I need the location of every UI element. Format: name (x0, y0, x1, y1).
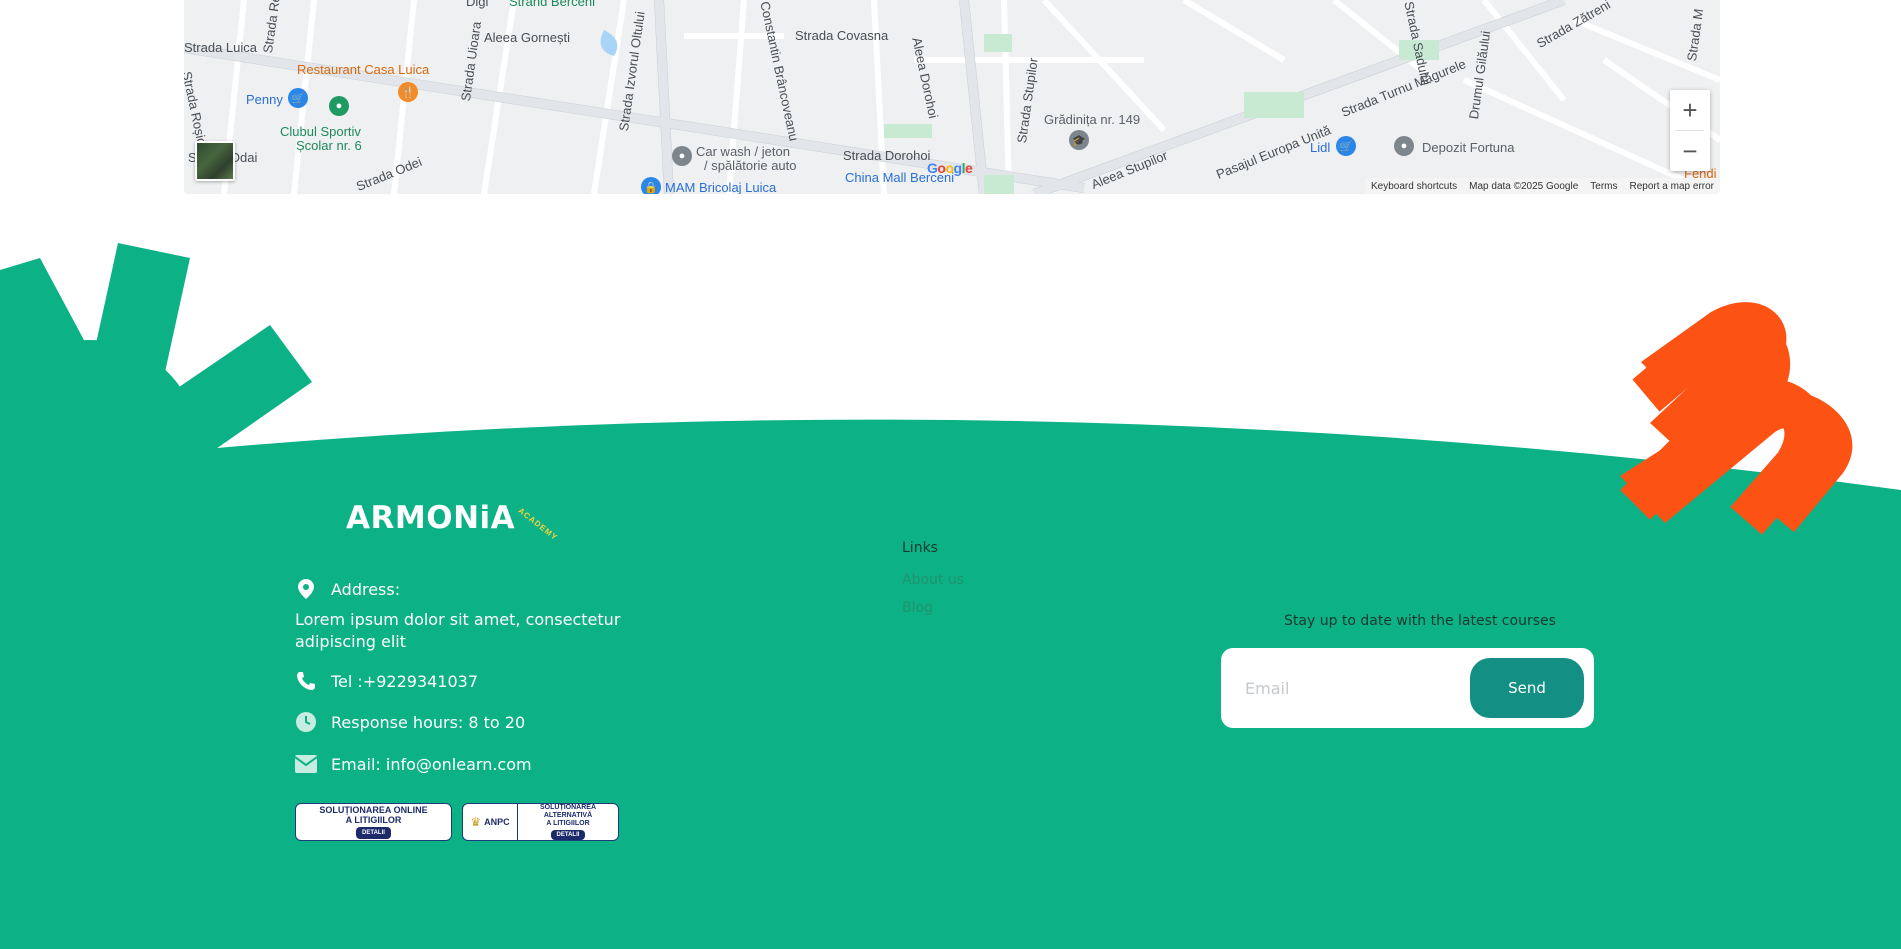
map-label: Depozit Fortuna (1422, 140, 1515, 155)
map-label: MAM Bricolaj Luica (665, 180, 777, 194)
map-label: Strand Berceni (509, 0, 595, 9)
crest-icon: ♛ (470, 815, 482, 829)
sport-pin-icon[interactable]: ● (329, 96, 349, 116)
map-label: Strada Covasna (795, 28, 889, 43)
shop-pin-icon[interactable]: 🔒 (641, 177, 661, 194)
map-label: / spălătorie auto (704, 158, 797, 173)
zoom-in-button[interactable]: + (1670, 90, 1710, 130)
logo-text: ARMONiA (346, 500, 516, 536)
newsletter-heading: Stay up to date with the latest courses (1284, 613, 1556, 629)
keyboard-shortcuts-link[interactable]: Keyboard shortcuts (1371, 181, 1457, 192)
report-error-link[interactable]: Report a map error (1630, 181, 1714, 192)
map-label: Restaurant Casa Luica (297, 62, 430, 77)
cart-pin-icon[interactable]: 🛒 (1336, 136, 1356, 156)
about-us-link[interactable]: About us (902, 572, 964, 588)
map-label: Lidl (1310, 140, 1331, 155)
anpc-logo: ♛ ANPC (463, 804, 518, 840)
phone-icon (295, 670, 317, 692)
terms-link[interactable]: Terms (1590, 181, 1617, 192)
badge-details-button[interactable]: DETALII (356, 827, 391, 839)
map-zoom-controls: + − (1670, 90, 1710, 171)
cart-pin-icon[interactable]: 🛒 (288, 88, 308, 108)
map-label: Penny (246, 92, 283, 107)
newsletter-form: Send (1221, 648, 1594, 728)
google-map[interactable]: Strada Luica Strada Roșiori Strada Res S… (184, 0, 1720, 194)
address-label: Address: (331, 579, 401, 599)
anpc-badges: SOLUȚIONAREA ONLINE A LITIGIILOR DETALII… (295, 803, 619, 841)
email-row: Email: info@onlearn.com (295, 753, 532, 775)
mail-icon (295, 753, 317, 775)
clock-icon (295, 711, 317, 733)
badge-line: SOLUȚIONAREA ALTERNATIVĂ (540, 804, 596, 819)
map-label: Clubul Sportiv (280, 124, 361, 139)
anpc-text: ANPC (484, 817, 510, 827)
address-text: Lorem ipsum dolor sit amet, consectetur … (295, 609, 620, 653)
map-label: Grădinița nr. 149 (1044, 112, 1141, 127)
sal-badge[interactable]: ♛ ANPC SOLUȚIONAREA ALTERNATIVĂ A LITIGI… (462, 803, 619, 841)
page: Strada Luica Strada Roșiori Strada Res S… (0, 0, 1901, 949)
phone-row: Tel :+9229341037 (295, 670, 478, 692)
phone-text[interactable]: Tel :+9229341037 (331, 672, 478, 691)
google-logo: Google (927, 160, 973, 176)
carwash-pin-icon[interactable]: ● (672, 146, 692, 166)
send-button[interactable]: Send (1470, 658, 1584, 718)
map-data-text: Map data ©2025 Google (1469, 180, 1579, 192)
map-label: Strada Luica (184, 40, 257, 55)
badge-line: SOLUȚIONAREA ONLINE (319, 805, 428, 815)
address-line: adipiscing elit (295, 632, 406, 651)
school-pin-icon[interactable]: 🎓 (1069, 130, 1089, 150)
armonia-logo[interactable]: ARMONiA ACADEMY (346, 500, 559, 542)
sol-badge[interactable]: SOLUȚIONAREA ONLINE A LITIGIILOR DETALII (295, 803, 452, 841)
address-row: Address: (295, 578, 400, 600)
starburst-decoration (0, 243, 320, 560)
hours-text: Response hours: 8 to 20 (331, 712, 526, 732)
sal-text: SOLUȚIONAREA ALTERNATIVĂ A LITIGIILOR DE… (518, 804, 618, 840)
badge-details-button[interactable]: DETALII (550, 830, 586, 840)
map-label: Digi (466, 0, 489, 9)
satellite-toggle-thumbnail[interactable] (195, 141, 235, 181)
blog-link[interactable]: Blog (902, 600, 933, 616)
depot-pin-icon[interactable]: ● (1394, 136, 1414, 156)
location-pin-icon (295, 578, 317, 600)
map-attribution: Keyboard shortcuts Map data ©2025 Google… (1364, 178, 1720, 194)
address-line: Lorem ipsum dolor sit amet, consectetur (295, 610, 621, 629)
restaurant-pin-icon[interactable]: 🍴 (398, 82, 418, 102)
email-text[interactable]: Email: info@onlearn.com (331, 755, 532, 774)
hours-row: Response hours: 8 to 20 (295, 711, 525, 733)
zoom-out-button[interactable]: − (1670, 131, 1710, 171)
badge-line: A LITIGIILOR (546, 820, 590, 827)
map-label: Aleea Gornești (484, 30, 570, 45)
map-label: Școlar nr. 6 (296, 138, 362, 153)
links-heading: Links (902, 540, 938, 556)
map-label: Strada Dorohoi (843, 148, 931, 163)
badge-line: A LITIGIILOR (345, 815, 402, 825)
map-label: Car wash / jeton (696, 144, 790, 159)
newsletter-email-input[interactable] (1245, 668, 1445, 708)
